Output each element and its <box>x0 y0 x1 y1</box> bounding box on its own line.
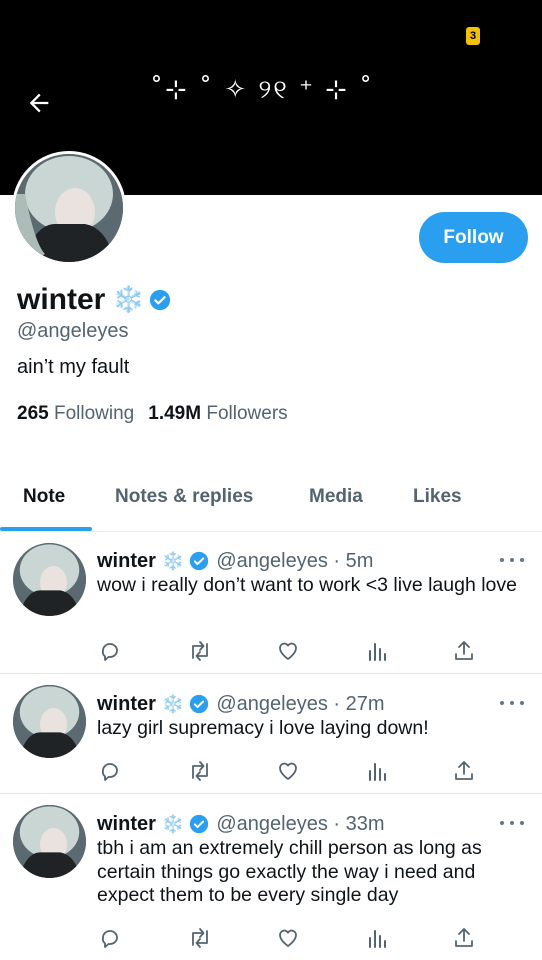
reply-button[interactable] <box>96 758 124 784</box>
tweet-actions <box>96 758 486 784</box>
battery-icon: 3 <box>466 27 480 45</box>
tweet-header: winter ❄️ @angeleyes · 5m <box>97 548 373 574</box>
share-icon <box>455 761 473 780</box>
heart-icon <box>279 929 297 947</box>
following-link[interactable]: 265 Following <box>17 403 134 424</box>
tweet-author-name[interactable]: winter <box>97 693 156 716</box>
snowflake-emoji: ❄️ <box>161 813 185 835</box>
followers-link[interactable]: 1.49M Followers <box>148 403 287 424</box>
retweet-icon <box>192 928 208 948</box>
tweet-text: lazy girl supremacy i love laying down! <box>97 717 429 739</box>
analytics-icon <box>369 930 386 948</box>
reply-button[interactable] <box>96 925 124 951</box>
share-button[interactable] <box>450 758 478 784</box>
views-button[interactable] <box>363 925 391 951</box>
profile-stats: 265 Following 1.49M Followers <box>17 403 288 425</box>
profile-tabs: Note Notes & replies Media Likes <box>0 470 542 532</box>
analytics-icon <box>369 643 386 661</box>
share-button[interactable] <box>450 925 478 951</box>
verified-badge-icon <box>189 551 209 571</box>
verified-badge-icon <box>189 814 209 834</box>
profile-bio: ain’t my fault <box>17 356 130 378</box>
retweet-icon <box>192 641 208 661</box>
share-icon <box>455 928 473 947</box>
tweet-text: wow i really don’t want to work <3 live … <box>97 574 518 596</box>
retweet-button[interactable] <box>186 638 214 664</box>
reply-button[interactable] <box>96 638 124 664</box>
snowflake-emoji: ❄️ <box>161 550 185 572</box>
tweet-header: winter ❄️ @angeleyes · 27m <box>97 691 385 717</box>
tweet-avatar[interactable] <box>13 543 86 616</box>
share-button[interactable] <box>450 638 478 664</box>
snowflake-emoji: ❄️ <box>161 693 185 715</box>
more-horizontal-icon[interactable] <box>500 553 524 567</box>
heart-icon <box>279 642 297 660</box>
share-icon <box>455 641 473 660</box>
retweet-button[interactable] <box>186 758 214 784</box>
follow-button[interactable]: Follow <box>419 212 528 263</box>
tweet-text: tbh i am an extremely chill person as lo… <box>97 837 482 906</box>
tweet-card[interactable]: winter ❄️ @angeleyes · 5m wow i really d… <box>0 532 542 674</box>
tab-note[interactable]: Note <box>23 486 65 508</box>
followers-count: 1.49M <box>148 403 202 424</box>
avatar-photo <box>13 543 86 616</box>
tweet-card[interactable]: winter ❄️ @angeleyes · 27m lazy girl sup… <box>0 674 542 794</box>
reply-icon <box>101 763 118 781</box>
following-count: 265 <box>17 403 49 424</box>
avatar-photo <box>15 154 123 262</box>
views-button[interactable] <box>363 758 391 784</box>
tweet-handle-time: @angeleyes · 5m <box>216 549 374 572</box>
like-button[interactable] <box>274 925 302 951</box>
tweet-actions <box>96 638 486 664</box>
tweet-actions <box>96 925 486 951</box>
avatar-photo <box>13 805 86 878</box>
snowflake-emoji: ❄️ <box>112 285 145 315</box>
display-name: winter <box>17 283 106 316</box>
tab-likes[interactable]: Likes <box>413 486 462 508</box>
tweet-avatar[interactable] <box>13 805 86 878</box>
tweet-handle-time: @angeleyes · 27m <box>216 692 385 715</box>
arrow-left-icon <box>29 93 49 113</box>
more-horizontal-icon[interactable] <box>500 816 524 830</box>
retweet-icon <box>192 761 208 781</box>
more-horizontal-icon[interactable] <box>500 696 524 710</box>
followers-label: Followers <box>206 403 288 424</box>
profile-avatar[interactable] <box>12 151 126 265</box>
verified-badge-icon <box>189 694 209 714</box>
retweet-button[interactable] <box>186 925 214 951</box>
reply-icon <box>101 930 118 948</box>
tweet-author-name[interactable]: winter <box>97 813 156 836</box>
profile-handle: @angeleyes <box>17 320 129 342</box>
tab-notes-and-replies[interactable]: Notes & replies <box>115 486 253 508</box>
tweet-handle-time: @angeleyes · 33m <box>216 812 385 835</box>
like-button[interactable] <box>274 758 302 784</box>
tweet-card[interactable]: winter ❄️ @angeleyes · 33m tbh i am an e… <box>0 794 542 960</box>
tweet-header: winter ❄️ @angeleyes · 33m <box>97 811 385 837</box>
display-name-row: winter ❄️ <box>17 282 171 318</box>
verified-badge-icon <box>149 289 171 311</box>
banner-decoration: ˚⊹ ˚ ✧ ୨୧ ⁺ ⊹ ˚ <box>150 75 375 105</box>
heart-icon <box>279 762 297 780</box>
avatar-photo <box>13 685 86 758</box>
tweet-author-name[interactable]: winter <box>97 550 156 573</box>
analytics-icon <box>369 763 386 781</box>
back-button[interactable] <box>22 86 56 120</box>
reply-icon <box>101 643 118 661</box>
tab-media[interactable]: Media <box>309 486 363 508</box>
tweet-avatar[interactable] <box>13 685 86 758</box>
like-button[interactable] <box>274 638 302 664</box>
views-button[interactable] <box>363 638 391 664</box>
following-label: Following <box>53 403 135 424</box>
